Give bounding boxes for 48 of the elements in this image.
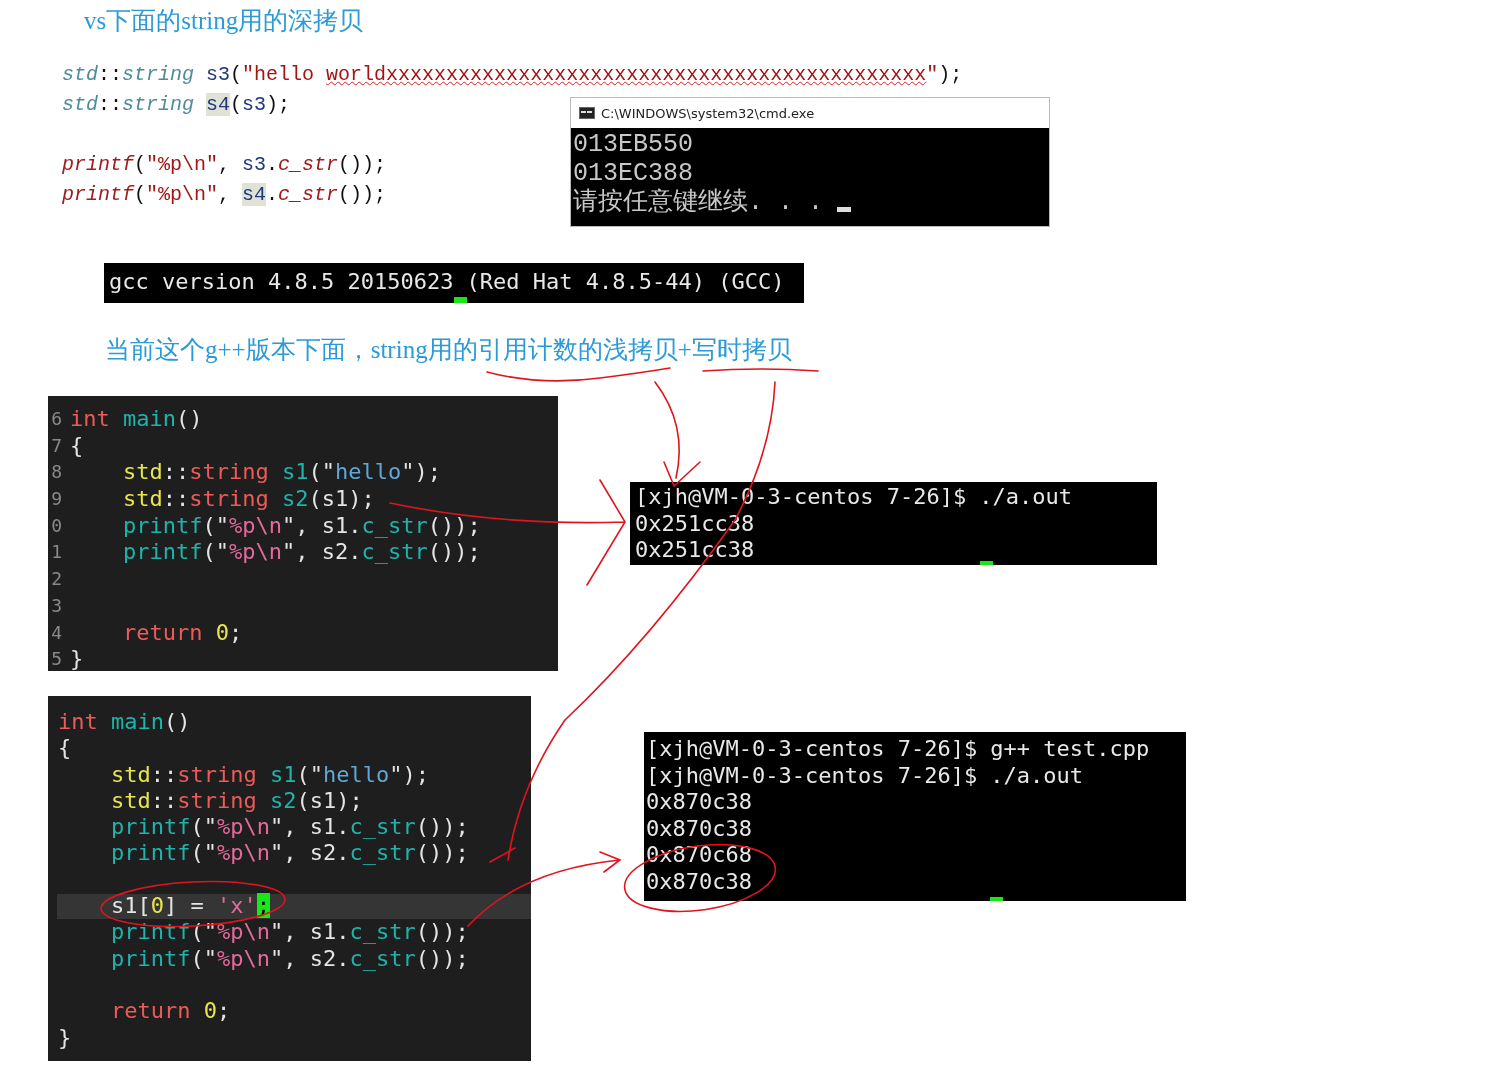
console-output: 013EC388 — [573, 159, 694, 188]
terminal-output: 0x870c38 — [646, 868, 752, 895]
line-number: 1 — [50, 540, 62, 565]
code-line: std::string s3("hello worldxxxxxxxxxxxxxxxxxxxxxxxxxxxxxxxxxxxxxxxxxxxxx"); — [62, 62, 964, 88]
code-line: std::string s2(s1); — [109, 787, 364, 815]
code-line: printf("%p\n", s1.c_str()); — [121, 512, 481, 540]
terminal-output: 0x870c38 — [646, 789, 752, 816]
terminal-output: [xjh@VM-0-3-centos 7-26]$ ./a.out — [646, 762, 1084, 789]
line-number: 9 — [50, 487, 62, 512]
code-line: return 0; — [121, 619, 243, 647]
console-icon — [579, 107, 595, 119]
line-number: 4 — [50, 620, 62, 645]
code-line: printf("%p\n", s2.c_str()); — [109, 945, 470, 972]
code-line: std::string s2(s1); — [121, 486, 375, 513]
code-line: { — [70, 432, 84, 460]
code-line: } — [57, 1024, 73, 1051]
code-line: printf("%p\n", s1.c_str()); — [109, 814, 470, 841]
code-line: int main() — [57, 709, 192, 736]
line-number: 0 — [50, 513, 62, 538]
terminal-output: gcc version 4.8.5 20150623 (Red Hat 4.8.5-44) (GCC) — [109, 269, 785, 296]
code-line: { — [57, 735, 73, 762]
line-number: 7 — [50, 433, 62, 458]
terminal-output: [xjh@VM-0-3-centos 7-26]$ g++ test.cpp — [646, 736, 1150, 763]
code-line: printf("%p\n", s2.c_str()); — [121, 539, 481, 567]
code-line: return 0; — [48, 998, 531, 1025]
cursor-icon — [980, 561, 993, 565]
line-number: 8 — [50, 460, 62, 485]
terminal-output: 0x870c38 — [646, 815, 752, 842]
code-line: printf("%p\n", s4.c_str()); — [62, 182, 388, 208]
code-line: int main() — [70, 406, 203, 433]
console-output: 013EB550 — [573, 130, 694, 159]
code-line: std::string s1("hello"); — [121, 459, 441, 487]
section-heading: 当前这个g++版本下面，string用的引用计数的浅拷贝+写时拷贝 — [105, 335, 793, 363]
code-line: std::string s1("hello"); — [109, 761, 430, 788]
cursor-icon — [837, 207, 851, 212]
code-line: } — [70, 646, 84, 673]
cursor-icon — [990, 897, 1003, 901]
window-title: C:\WINDOWS\system32\cmd.exe — [601, 105, 815, 121]
code-line: std::string s4(s3); — [62, 92, 292, 118]
code-line: printf("%p\n", s2.c_str()); — [109, 840, 470, 867]
line-number: 5 — [50, 647, 62, 672]
line-number: 2 — [50, 567, 62, 592]
code-line: printf("%p\n", s3.c_str()); — [62, 152, 388, 178]
console-output: 请按任意键继续. . . — [573, 188, 823, 217]
line-number: 3 — [50, 593, 62, 618]
line-number: 6 — [50, 407, 62, 431]
cursor-icon — [454, 297, 467, 303]
section-heading: vs下面的string用的深拷贝 — [84, 6, 365, 34]
